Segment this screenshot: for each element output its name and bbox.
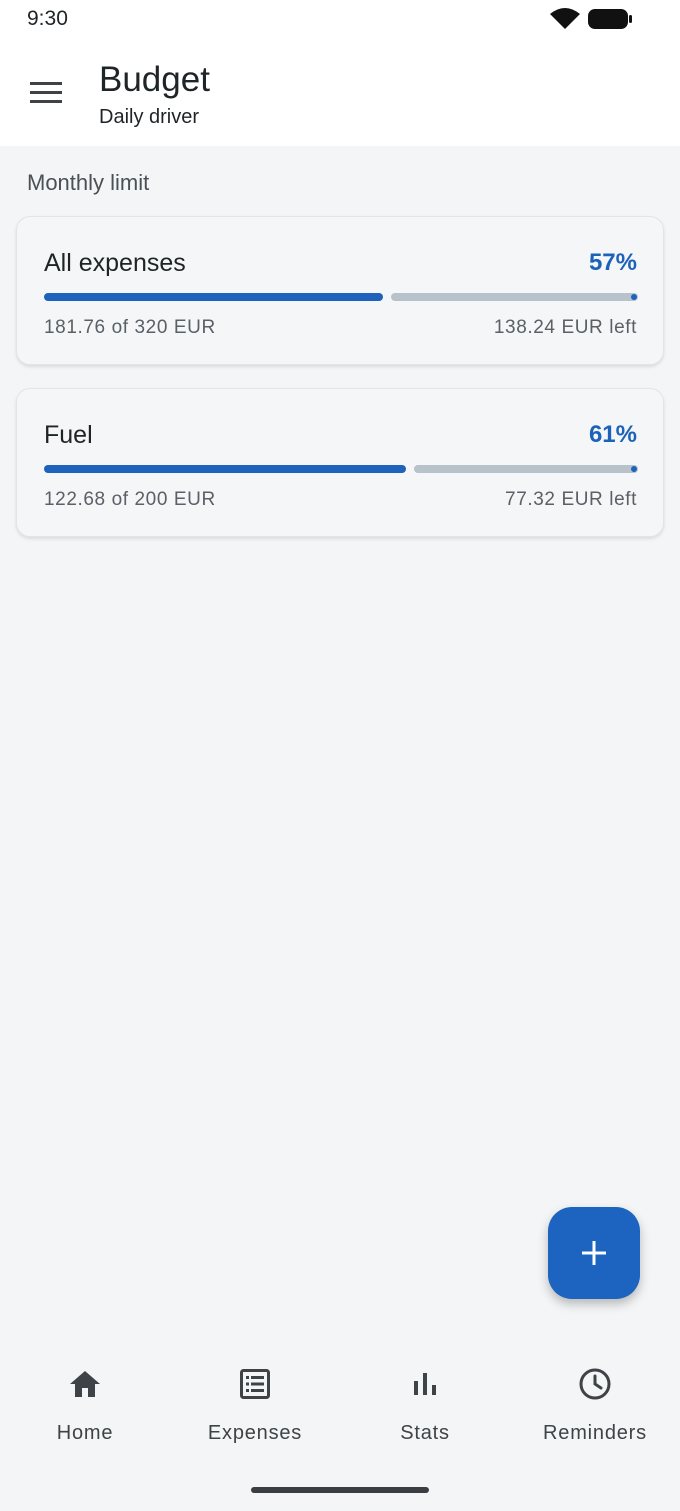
nav-label: Expenses [207, 1422, 303, 1444]
plus-icon [582, 1241, 606, 1265]
budget-percent: 61% [588, 421, 637, 448]
progress-fill [44, 465, 406, 473]
page-title: Budget [99, 60, 210, 99]
top-app-bar: Budget Daily driver [0, 40, 680, 146]
clock-icon [579, 1368, 611, 1400]
section-title: Monthly limit [27, 170, 150, 195]
add-expense-button[interactable] [548, 1207, 640, 1299]
budget-amount: 181.76 of 320 EUR [44, 317, 216, 338]
nav-item-expenses[interactable]: Expenses [170, 1366, 340, 1456]
list-icon [240, 1369, 270, 1399]
budget-remaining: 138.24 EUR left [493, 317, 637, 338]
page-subtitle: Daily driver [99, 106, 200, 128]
budget-progress-bar [44, 465, 638, 473]
home-icon [70, 1371, 100, 1397]
budget-remaining: 77.32 EUR left [505, 489, 637, 510]
bar-chart-icon [414, 1373, 436, 1395]
battery-icon [588, 9, 632, 29]
menu-icon[interactable] [24, 76, 68, 110]
progress-end-dot [631, 294, 637, 300]
budget-percent: 57% [588, 249, 637, 276]
home-indicator[interactable] [251, 1487, 429, 1493]
budget-progress-bar [44, 293, 638, 301]
budget-name: All expenses [44, 249, 186, 277]
nav-item-reminders[interactable]: Reminders [510, 1366, 680, 1456]
budget-amount: 122.68 of 200 EUR [44, 489, 216, 510]
progress-end-dot [631, 466, 637, 472]
nav-item-home[interactable]: Home [0, 1366, 170, 1456]
status-time: 9:30 [27, 7, 68, 30]
budget-card-fuel[interactable]: Fuel 61% 122.68 of 200 EUR 77.32 EUR lef… [16, 388, 664, 537]
status-bar: 9:30 [0, 0, 680, 40]
nav-label: Reminders [543, 1422, 647, 1444]
bottom-navigation: Home Expenses Stats Reminders [0, 1338, 680, 1511]
nav-item-stats[interactable]: Stats [340, 1366, 510, 1456]
nav-label: Stats [400, 1422, 450, 1444]
progress-track [414, 465, 638, 473]
budget-screen: 9:30 Budget Daily driver Monthly limit A… [0, 0, 680, 1511]
budget-name: Fuel [44, 421, 93, 449]
budget-card-all-expenses[interactable]: All expenses 57% 181.76 of 320 EUR 138.2… [16, 216, 664, 365]
wifi-icon [550, 8, 580, 29]
nav-label: Home [56, 1422, 114, 1444]
progress-track [391, 293, 638, 301]
progress-fill [44, 293, 383, 301]
